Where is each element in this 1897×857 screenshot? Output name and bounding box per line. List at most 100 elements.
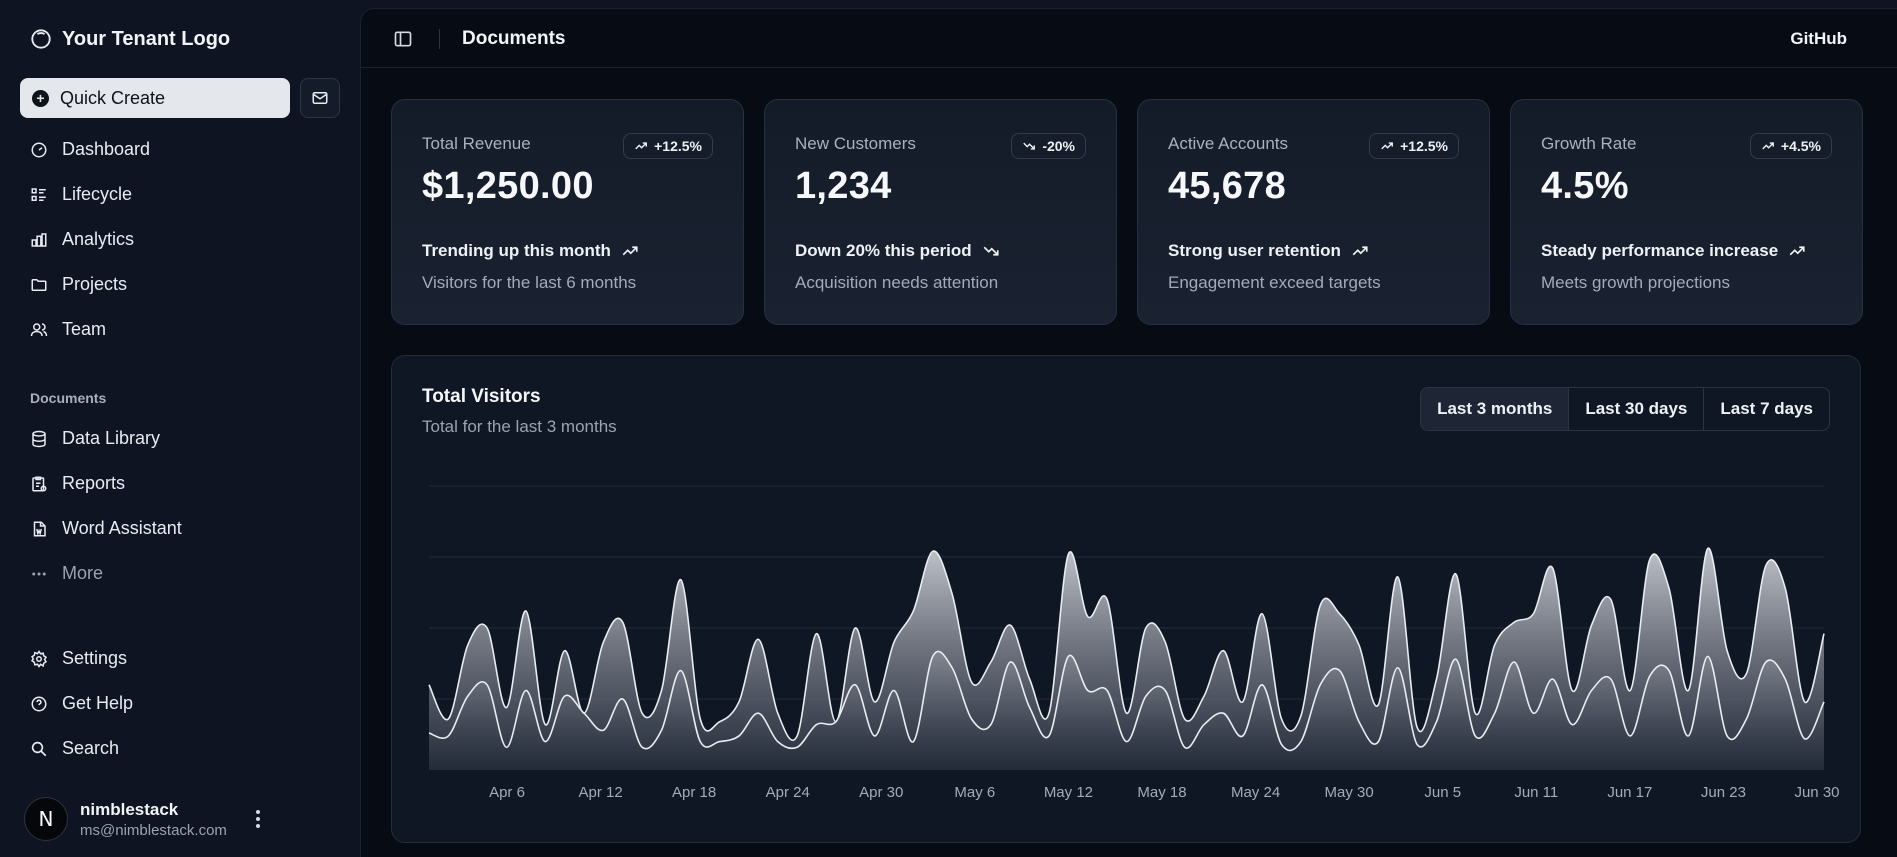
card-trend-text: Trending up this month <box>422 241 611 260</box>
sidebar-item-get-help[interactable]: Get Help <box>20 681 340 726</box>
sidebar-item-projects[interactable]: Projects <box>20 262 340 307</box>
sidebar-item-more[interactable]: More <box>20 551 340 596</box>
x-tick-label: Jun 23 <box>1701 784 1746 801</box>
x-tick-label: May 18 <box>1137 784 1186 801</box>
folder-icon <box>31 278 47 291</box>
sidebar: Your Tenant Logo + Quick Create Dashboar… <box>0 0 360 857</box>
x-tick-label: May 30 <box>1325 784 1374 801</box>
user-menu[interactable]: N nimblestack ms@nimblestack.com <box>24 795 340 843</box>
quick-create-row: + Quick Create <box>20 78 340 118</box>
sidebar-item-label: Analytics <box>62 229 135 249</box>
chart-subtitle: Total for the last 3 months <box>422 417 617 436</box>
range-last-7-days[interactable]: Last 7 days <box>1703 388 1829 430</box>
x-tick-label: Apr 18 <box>672 784 716 801</box>
card-subtext: Meets growth projections <box>1541 273 1730 292</box>
card-label: Active Accounts <box>1168 134 1289 153</box>
change-badge: +12.5% <box>623 133 713 159</box>
sidebar-item-word-assistant[interactable]: Word Assistant <box>20 506 340 551</box>
metric-card-total-revenue: Total Revenue +12.5% $1,250.00 Trending up … <box>391 99 744 325</box>
card-value: $1,250.00 <box>422 165 594 207</box>
card-value: 45,678 <box>1168 165 1287 207</box>
card-trend: Strong user retention <box>1168 241 1369 261</box>
card-subtext: Acquisition needs attention <box>795 273 999 292</box>
page-title: Documents <box>462 28 566 49</box>
more-vertical-icon[interactable] <box>246 810 270 828</box>
range-last-30-days[interactable]: Last 30 days <box>1568 388 1703 430</box>
sidebar-item-label: Settings <box>62 648 128 668</box>
card-value: 4.5% <box>1541 165 1629 207</box>
sidebar-item-label: Lifecycle <box>62 184 133 204</box>
trending-down-icon <box>1023 142 1036 150</box>
time-range-toggle: Last 3 months Last 30 days Last 7 days <box>1420 387 1830 431</box>
card-trend-text: Steady performance increase <box>1541 241 1779 260</box>
trending-up-icon <box>1762 142 1774 150</box>
inbox-button[interactable] <box>300 78 340 118</box>
sidebar-item-data-library[interactable]: Data Library <box>20 416 340 461</box>
card-label: Total Revenue <box>422 134 531 153</box>
change-badge: +4.5% <box>1749 133 1832 159</box>
report-icon <box>32 476 47 491</box>
sidebar-item-label: More <box>62 563 104 583</box>
github-link[interactable]: GitHub <box>1790 29 1847 49</box>
avatar: N <box>24 797 68 841</box>
search-icon <box>31 741 47 756</box>
sidebar-toggle-icon[interactable] <box>393 29 413 49</box>
brand[interactable]: Your Tenant Logo <box>30 25 230 53</box>
sidebar-item-lifecycle[interactable]: Lifecycle <box>20 172 340 217</box>
x-tick-label: Apr 24 <box>766 784 810 801</box>
trending-up-icon <box>1381 142 1394 150</box>
sidebar-item-analytics[interactable]: Analytics <box>20 217 340 262</box>
trending-down-icon <box>983 246 999 256</box>
card-trend: Trending up this month <box>422 241 639 261</box>
card-trend-text: Down 20% this period <box>795 241 972 260</box>
sidebar-item-dashboard[interactable]: Dashboard <box>20 127 340 172</box>
card-trend: Steady performance increase <box>1541 241 1806 261</box>
sidebar-item-label: Projects <box>62 274 128 294</box>
quick-create-label: Quick Create <box>60 87 166 108</box>
range-last-3-months[interactable]: Last 3 months <box>1421 388 1569 430</box>
sidebar-item-label: Dashboard <box>62 139 151 159</box>
trending-up-icon <box>622 246 638 256</box>
list-details-icon <box>31 187 46 201</box>
sidebar-item-settings[interactable]: Settings <box>20 636 340 681</box>
sidebar-item-reports[interactable]: Reports <box>20 461 340 506</box>
sidebar-item-label: Data Library <box>62 428 161 448</box>
dots-icon <box>32 572 46 575</box>
quick-create-button[interactable]: + Quick Create <box>20 78 290 118</box>
x-tick-label: Apr 6 <box>489 784 525 801</box>
x-tick-label: Jun 11 <box>1514 784 1558 801</box>
mail-icon <box>312 92 328 104</box>
x-tick-label: May 12 <box>1044 784 1093 801</box>
sidebar-item-label: Search <box>62 738 120 758</box>
users-icon <box>30 322 48 336</box>
change-value: -20% <box>1042 138 1075 154</box>
user-email: ms@nimblestack.com <box>80 821 227 839</box>
trending-up-icon <box>1789 246 1805 256</box>
main-nav: Dashboard Lifecycle Analytics Projects T… <box>20 127 340 352</box>
x-tick-label: Apr 30 <box>859 784 903 801</box>
sidebar-item-label: Word Assistant <box>62 518 182 538</box>
settings-icon <box>30 649 47 668</box>
secondary-nav: Settings Get Help Search <box>20 636 340 771</box>
circle-logo-icon <box>31 29 51 49</box>
card-label: Growth Rate <box>1541 134 1637 153</box>
change-value: +12.5% <box>654 138 702 154</box>
file-word-icon <box>33 521 46 536</box>
documents-section-label: Documents <box>30 390 107 406</box>
metric-card-growth-rate: Growth Rate +4.5% 4.5% Steady performance i… <box>1510 99 1863 325</box>
card-label: New Customers <box>795 134 916 153</box>
main-panel: Documents GitHub Total Revenue +12.5% $1,2… <box>360 8 1897 857</box>
x-tick-label: Jun 30 <box>1794 784 1839 801</box>
x-tick-label: May 24 <box>1231 784 1280 801</box>
user-name: nimblestack <box>80 799 179 819</box>
trending-up-icon <box>1352 246 1368 256</box>
sidebar-item-team[interactable]: Team <box>20 307 340 352</box>
card-subtext: Engagement exceed targets <box>1168 273 1381 292</box>
change-value: +12.5% <box>1400 138 1448 154</box>
topbar-divider <box>439 29 440 49</box>
chart-title: Total Visitors <box>422 386 541 407</box>
x-tick-label: Jun 17 <box>1607 784 1652 801</box>
plus-circle-icon: + <box>32 89 49 107</box>
x-tick-label: May 6 <box>954 784 995 801</box>
sidebar-item-search[interactable]: Search <box>20 726 340 771</box>
